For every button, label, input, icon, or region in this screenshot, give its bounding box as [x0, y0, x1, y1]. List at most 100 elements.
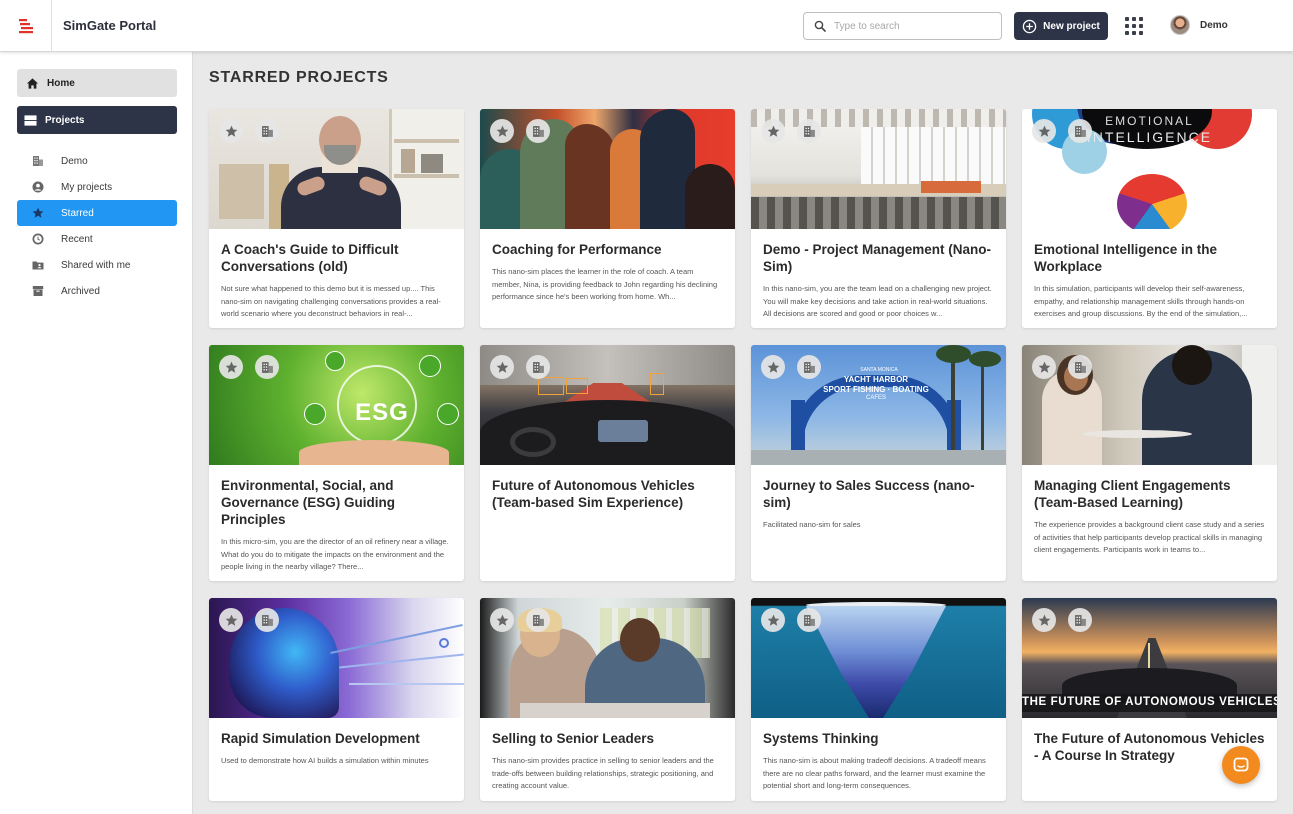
project-card[interactable]: Selling to Senior Leaders This nano-sim …	[480, 598, 735, 801]
project-thumbnail: SANTA MONICA YACHT HARBOR SPORT FISHING …	[751, 345, 1006, 465]
project-thumbnail	[480, 109, 735, 229]
sidebar: Home Projects Demo My projects Starred R…	[0, 52, 193, 814]
project-description: This nano-sim places the learner in the …	[492, 267, 718, 301]
building-icon	[261, 125, 273, 137]
building-icon	[1074, 125, 1086, 137]
star-toggle[interactable]	[761, 355, 785, 379]
star-toggle[interactable]	[1032, 119, 1056, 143]
image-text-sign-sub: SPORT FISHING · BOATING	[823, 385, 929, 394]
project-card[interactable]: Future of Autonomous Vehicles (Team-base…	[480, 345, 735, 581]
project-title: Environmental, Social, and Governance (E…	[221, 478, 396, 527]
building-icon	[31, 154, 45, 168]
project-card[interactable]: Systems Thinking This nano-sim is about …	[751, 598, 1006, 801]
avatar	[1170, 15, 1190, 35]
simgate-logo-icon	[18, 19, 33, 34]
sidebar-item-my-projects[interactable]: My projects	[17, 174, 177, 200]
project-description: This nano-sim is about making tradeoff d…	[763, 756, 986, 790]
star-icon	[1038, 614, 1050, 626]
project-card[interactable]: A Coach's Guide to Difficult Conversatio…	[209, 109, 464, 328]
main-content: STARRED PROJECTS A Coach's Guide to Diff…	[193, 52, 1293, 814]
organization-badge[interactable]	[255, 608, 279, 632]
building-icon	[803, 614, 815, 626]
star-toggle[interactable]	[1032, 608, 1056, 632]
organization-badge[interactable]	[255, 119, 279, 143]
organization-badge[interactable]	[1068, 608, 1092, 632]
sidebar-item-home[interactable]: Home	[17, 69, 177, 97]
search-box[interactable]	[803, 12, 1002, 40]
apps-grid-icon[interactable]	[1124, 16, 1144, 36]
top-bar: SimGate Portal New project Demo	[0, 0, 1293, 52]
image-text-sign-cafe: CAFES	[865, 395, 886, 401]
project-card[interactable]: ESG Environmental, Social, and Governanc…	[209, 345, 464, 581]
star-toggle[interactable]	[1032, 355, 1056, 379]
project-card[interactable]: Demo - Project Management (Nano-Sim) In …	[751, 109, 1006, 328]
search-input[interactable]	[834, 20, 984, 32]
project-card[interactable]: Coaching for Performance This nano-sim p…	[480, 109, 735, 328]
project-card[interactable]: EMOTIONAL INTELLIGENCE Emotional Intelli…	[1022, 109, 1277, 328]
sidebar-item-shared-with-me[interactable]: Shared with me	[17, 252, 177, 278]
star-icon	[31, 206, 45, 220]
sidebar-item-starred[interactable]: Starred	[17, 200, 177, 226]
shared-folder-icon	[31, 258, 45, 272]
project-description: This nano-sim provides practice in selli…	[492, 756, 714, 790]
building-icon	[803, 125, 815, 137]
section-title: STARRED PROJECTS	[209, 69, 389, 86]
star-icon	[767, 361, 779, 373]
sidebar-item-projects[interactable]: Projects	[17, 106, 177, 134]
organization-badge[interactable]	[797, 355, 821, 379]
organization-badge[interactable]	[255, 355, 279, 379]
star-icon	[225, 614, 237, 626]
organization-badge[interactable]	[526, 608, 550, 632]
project-thumbnail	[751, 598, 1006, 718]
project-card[interactable]: Managing Client Engagements (Team-Based …	[1022, 345, 1277, 581]
project-card[interactable]: SANTA MONICA YACHT HARBOR SPORT FISHING …	[751, 345, 1006, 581]
project-description: Not sure what happened to this demo but …	[221, 284, 441, 318]
project-card[interactable]: Rapid Simulation Development Used to dem…	[209, 598, 464, 801]
project-thumbnail	[480, 598, 735, 718]
project-thumbnail	[480, 345, 735, 465]
star-icon	[767, 614, 779, 626]
star-toggle[interactable]	[761, 608, 785, 632]
organization-badge[interactable]	[797, 608, 821, 632]
project-thumbnail: THE FUTURE OF AUTONOMOUS VEHICLES	[1022, 598, 1277, 718]
star-icon	[767, 125, 779, 137]
new-project-button[interactable]: New project	[1014, 12, 1108, 40]
star-toggle[interactable]	[490, 119, 514, 143]
project-thumbnail	[209, 598, 464, 718]
project-title: Systems Thinking	[763, 731, 879, 746]
building-icon	[532, 614, 544, 626]
image-text-intelligence: INTELLIGENCE	[1086, 129, 1213, 145]
sidebar-item-demo[interactable]: Demo	[17, 148, 177, 174]
star-toggle[interactable]	[490, 608, 514, 632]
organization-badge[interactable]	[797, 119, 821, 143]
projects-submenu: Demo My projects Starred Recent Shared w…	[17, 148, 177, 304]
sidebar-item-label: Recent	[61, 233, 93, 245]
project-title: Future of Autonomous Vehicles (Team-base…	[492, 478, 695, 510]
sidebar-item-label: My projects	[61, 181, 113, 193]
organization-badge[interactable]	[526, 119, 550, 143]
logo[interactable]	[0, 0, 52, 52]
projects-icon	[24, 114, 37, 126]
star-toggle[interactable]	[490, 355, 514, 379]
star-toggle[interactable]	[219, 608, 243, 632]
user-name: Demo	[1200, 19, 1228, 31]
project-title: Coaching for Performance	[492, 242, 662, 257]
organization-badge[interactable]	[1068, 355, 1092, 379]
organization-badge[interactable]	[1068, 119, 1092, 143]
sidebar-item-archived[interactable]: Archived	[17, 278, 177, 304]
star-toggle[interactable]	[761, 119, 785, 143]
star-toggle[interactable]	[219, 355, 243, 379]
user-menu[interactable]: Demo	[1170, 15, 1228, 35]
building-icon	[261, 614, 273, 626]
project-thumbnail	[209, 109, 464, 229]
chat-launcher-button[interactable]	[1222, 746, 1260, 784]
project-thumbnail	[1022, 345, 1277, 465]
sidebar-item-label: Demo	[61, 155, 88, 167]
project-thumbnail: EMOTIONAL INTELLIGENCE	[1022, 109, 1277, 229]
star-icon	[225, 361, 237, 373]
organization-badge[interactable]	[526, 355, 550, 379]
project-title: A Coach's Guide to Difficult Conversatio…	[221, 242, 399, 274]
project-description: In this simulation, participants will de…	[1034, 284, 1248, 318]
sidebar-item-recent[interactable]: Recent	[17, 226, 177, 252]
star-toggle[interactable]	[219, 119, 243, 143]
